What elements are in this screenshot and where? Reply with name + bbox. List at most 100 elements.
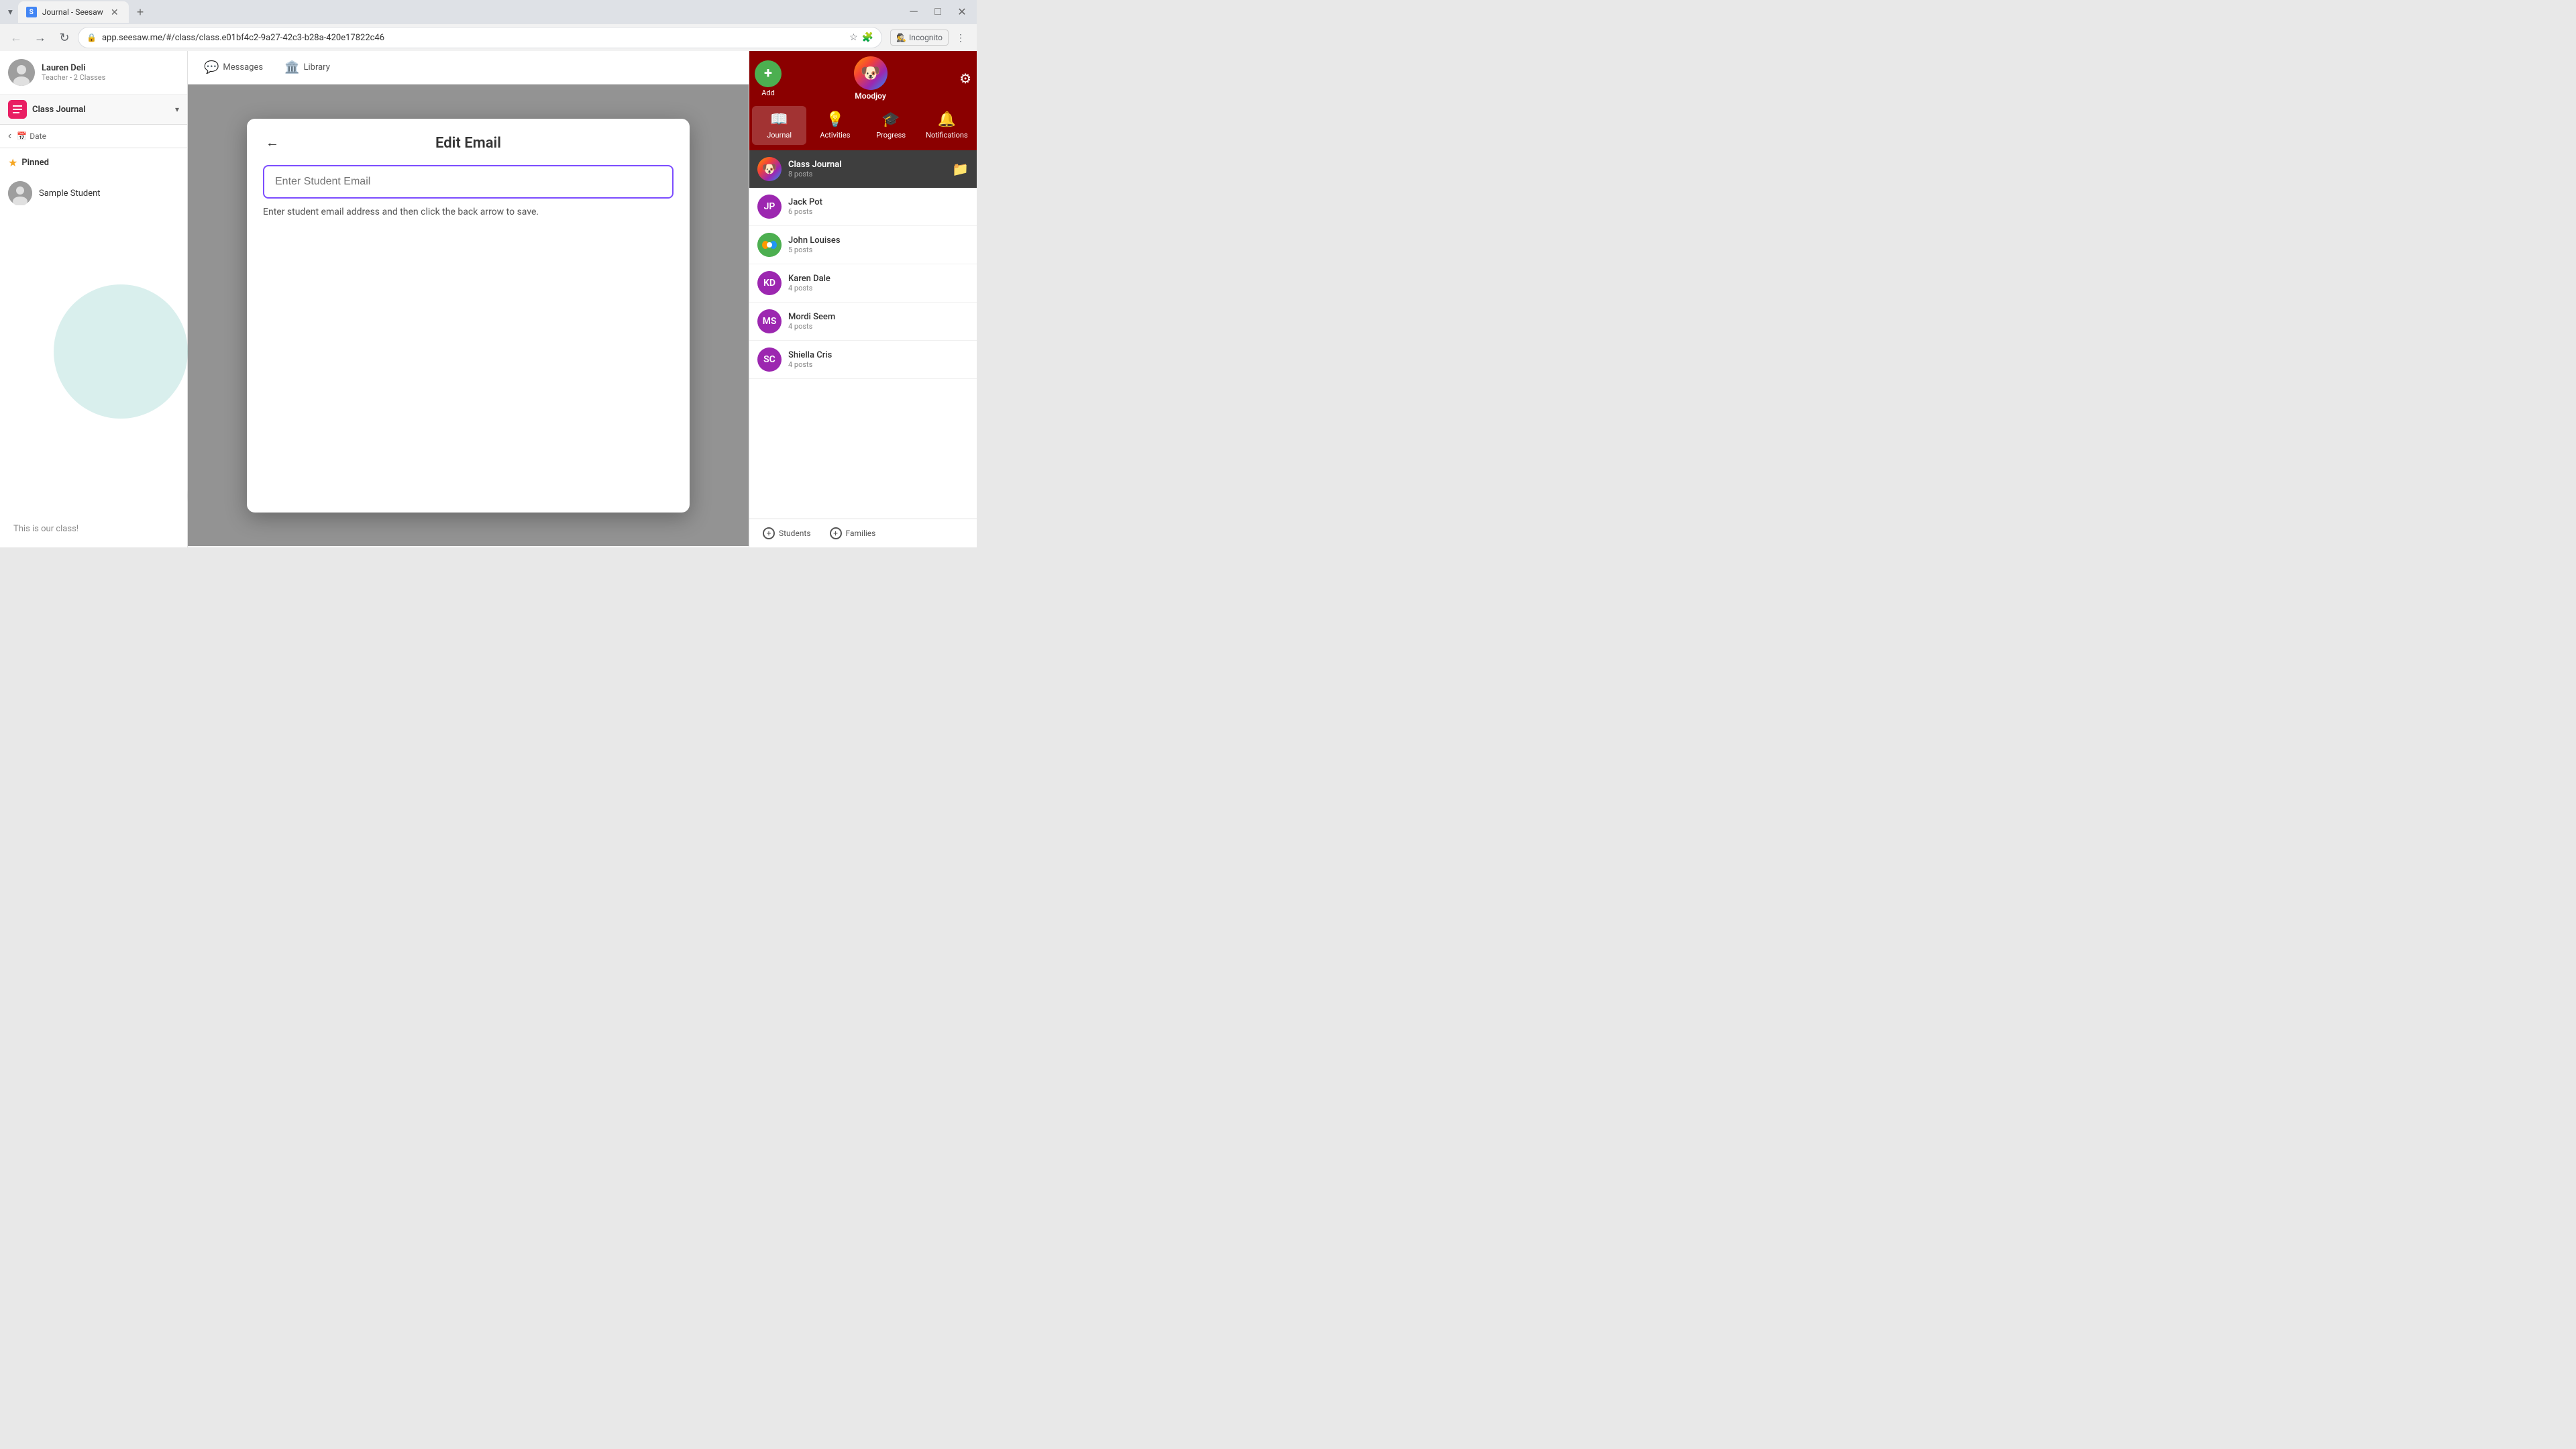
mordi-seem-posts: 4 posts	[788, 322, 969, 331]
mordi-seem-info: Mordi Seem 4 posts	[788, 312, 969, 331]
families-plus-icon: +	[830, 527, 842, 539]
class-journal-name: Class Journal	[788, 160, 945, 170]
notifications-tab-icon: 🔔	[938, 111, 956, 128]
modal-overlay[interactable]: ← Edit Email Enter student email address…	[188, 85, 749, 546]
bg-decoration	[54, 284, 188, 419]
forward-button[interactable]: →	[30, 27, 51, 48]
reload-button[interactable]: ↻	[54, 27, 75, 48]
class-journal-avatar-img: 🐶	[757, 157, 782, 181]
mordi-seem-name: Mordi Seem	[788, 312, 969, 322]
extension-icon[interactable]: 🧩	[862, 32, 873, 43]
modal-back-button[interactable]: ←	[263, 133, 282, 154]
browser-right-controls: 🕵 Incognito ⋮	[890, 27, 971, 48]
edit-email-modal: ← Edit Email Enter student email address…	[247, 119, 690, 513]
student-item-shiella-cris[interactable]: SC Shiella Cris 4 posts	[749, 341, 977, 379]
new-tab-button[interactable]: +	[131, 3, 150, 22]
tab-activities[interactable]: 💡 Activities	[808, 106, 862, 145]
incognito-badge: 🕵 Incognito	[890, 30, 949, 46]
teacher-avatar	[8, 59, 35, 86]
tab-notifications[interactable]: 🔔 Notifications	[920, 106, 974, 145]
sample-student-item[interactable]: Sample Student	[8, 177, 179, 209]
jack-pot-name: Jack Pot	[788, 197, 969, 207]
tab-bar: ▾ S Journal - Seesaw ✕ + ─ □ ✕	[0, 0, 977, 24]
class-selector[interactable]: Class Journal ▾	[0, 95, 187, 125]
student-email-input[interactable]	[263, 165, 674, 199]
shiella-cris-info: Shiella Cris 4 posts	[788, 350, 969, 369]
journal-tab-label: Journal	[767, 131, 792, 140]
library-nav-item[interactable]: 🏛️ Library	[279, 56, 335, 78]
tab-favicon: S	[26, 7, 37, 17]
student-item-jack-pot[interactable]: JP Jack Pot 6 posts	[749, 188, 977, 226]
back-button[interactable]: ←	[5, 27, 27, 48]
right-bottom-bar: + Students + Families	[749, 519, 977, 547]
john-louises-posts: 5 posts	[788, 246, 969, 254]
shiella-cris-posts: 4 posts	[788, 360, 969, 369]
maximize-button[interactable]: □	[928, 3, 947, 21]
moodjoy-avatar[interactable]: 🐶	[854, 56, 888, 90]
close-window-button[interactable]: ✕	[953, 3, 971, 21]
tab-title: Journal - Seesaw	[42, 7, 103, 17]
john-louises-info: John Louises 5 posts	[788, 235, 969, 254]
families-label: Families	[846, 529, 876, 538]
tab-journal[interactable]: 📖 Journal	[752, 106, 806, 145]
tab-close-button[interactable]: ✕	[109, 6, 121, 18]
active-tab[interactable]: S Journal - Seesaw ✕	[18, 1, 129, 23]
activities-tab-label: Activities	[820, 131, 850, 140]
minimize-button[interactable]: ─	[904, 3, 923, 21]
dropdown-arrow-icon: ▾	[175, 105, 179, 114]
shiella-cris-avatar: SC	[757, 347, 782, 372]
calendar-icon: 📅	[17, 131, 27, 141]
jack-pot-info: Jack Pot 6 posts	[788, 197, 969, 216]
messages-nav-item[interactable]: 💬 Messages	[199, 56, 268, 78]
browser-chrome: ▾ S Journal - Seesaw ✕ + ─ □ ✕ ← → ↻ 🔒 a…	[0, 0, 977, 51]
left-sidebar: Lauren Deli Teacher - 2 Classes Class Jo…	[0, 51, 188, 547]
pinned-header: ★ Pinned	[8, 156, 179, 169]
email-hint-text: Enter student email address and then cli…	[263, 207, 674, 217]
moodjoy-section: 🐶 Moodjoy	[854, 56, 888, 101]
student-item-mordi-seem[interactable]: MS Mordi Seem 4 posts	[749, 303, 977, 341]
student-item-john-louises[interactable]: John Louises 5 posts	[749, 226, 977, 264]
progress-tab-icon: 🎓	[881, 111, 900, 128]
messages-icon: 💬	[204, 60, 219, 74]
class-journal-folder-button[interactable]: 📁	[952, 161, 969, 178]
class-journal-info: Class Journal 8 posts	[788, 160, 945, 178]
app-area: Lauren Deli Teacher - 2 Classes Class Jo…	[0, 51, 977, 547]
class-icon	[8, 100, 27, 119]
pinned-label: Pinned	[21, 158, 49, 168]
gear-button[interactable]: ⚙	[959, 70, 971, 87]
main-top-nav: 💬 Messages 🏛️ Library	[188, 51, 749, 85]
url-icons: ☆ 🧩	[849, 32, 873, 43]
john-louises-name: John Louises	[788, 235, 969, 246]
teacher-role: Teacher - 2 Classes	[42, 73, 179, 82]
students-button[interactable]: + Students	[757, 525, 816, 542]
url-text: app.seesaw.me/#/class/class.e01bf4c2-9a2…	[102, 33, 844, 43]
moodjoy-label: Moodjoy	[855, 91, 886, 101]
jack-pot-posts: 6 posts	[788, 207, 969, 216]
class-name: Class Journal	[32, 105, 170, 115]
url-bar[interactable]: 🔒 app.seesaw.me/#/class/class.e01bf4c2-9…	[78, 27, 882, 48]
student-item-karen-dale[interactable]: KD Karen Dale 4 posts	[749, 264, 977, 303]
class-journal-item[interactable]: 🐶 Class Journal 8 posts 📁	[749, 150, 977, 188]
sample-student-avatar	[8, 181, 32, 205]
bookmark-icon[interactable]: ☆	[849, 32, 858, 43]
progress-tab-label: Progress	[876, 131, 906, 140]
karen-dale-posts: 4 posts	[788, 284, 969, 292]
date-nav: ‹ 📅 Date	[0, 125, 187, 148]
right-top-bar: + Add 🐶 Moodjoy ⚙	[749, 51, 977, 106]
add-label: Add	[761, 89, 775, 97]
shiella-cris-name: Shiella Cris	[788, 350, 969, 360]
add-button-group[interactable]: + Add	[755, 60, 782, 97]
jack-pot-avatar: JP	[757, 195, 782, 219]
sample-student-name: Sample Student	[39, 189, 101, 199]
families-button[interactable]: + Families	[824, 525, 881, 542]
activities-tab-icon: 💡	[826, 111, 844, 128]
right-sidebar: + Add 🐶 Moodjoy ⚙ 📖 Journal 💡 Activities…	[749, 51, 977, 547]
library-label: Library	[303, 62, 329, 72]
tab-progress[interactable]: 🎓 Progress	[864, 106, 918, 145]
menu-button[interactable]: ⋮	[950, 27, 971, 48]
date-prev-button[interactable]: ‹	[8, 130, 11, 142]
tab-list-button[interactable]: ▾	[5, 4, 15, 20]
main-content: 💬 Messages 🏛️ Library ← Edit Email Enter…	[188, 51, 749, 547]
add-circle-button[interactable]: +	[755, 60, 782, 87]
date-label: 📅 Date	[17, 131, 46, 141]
